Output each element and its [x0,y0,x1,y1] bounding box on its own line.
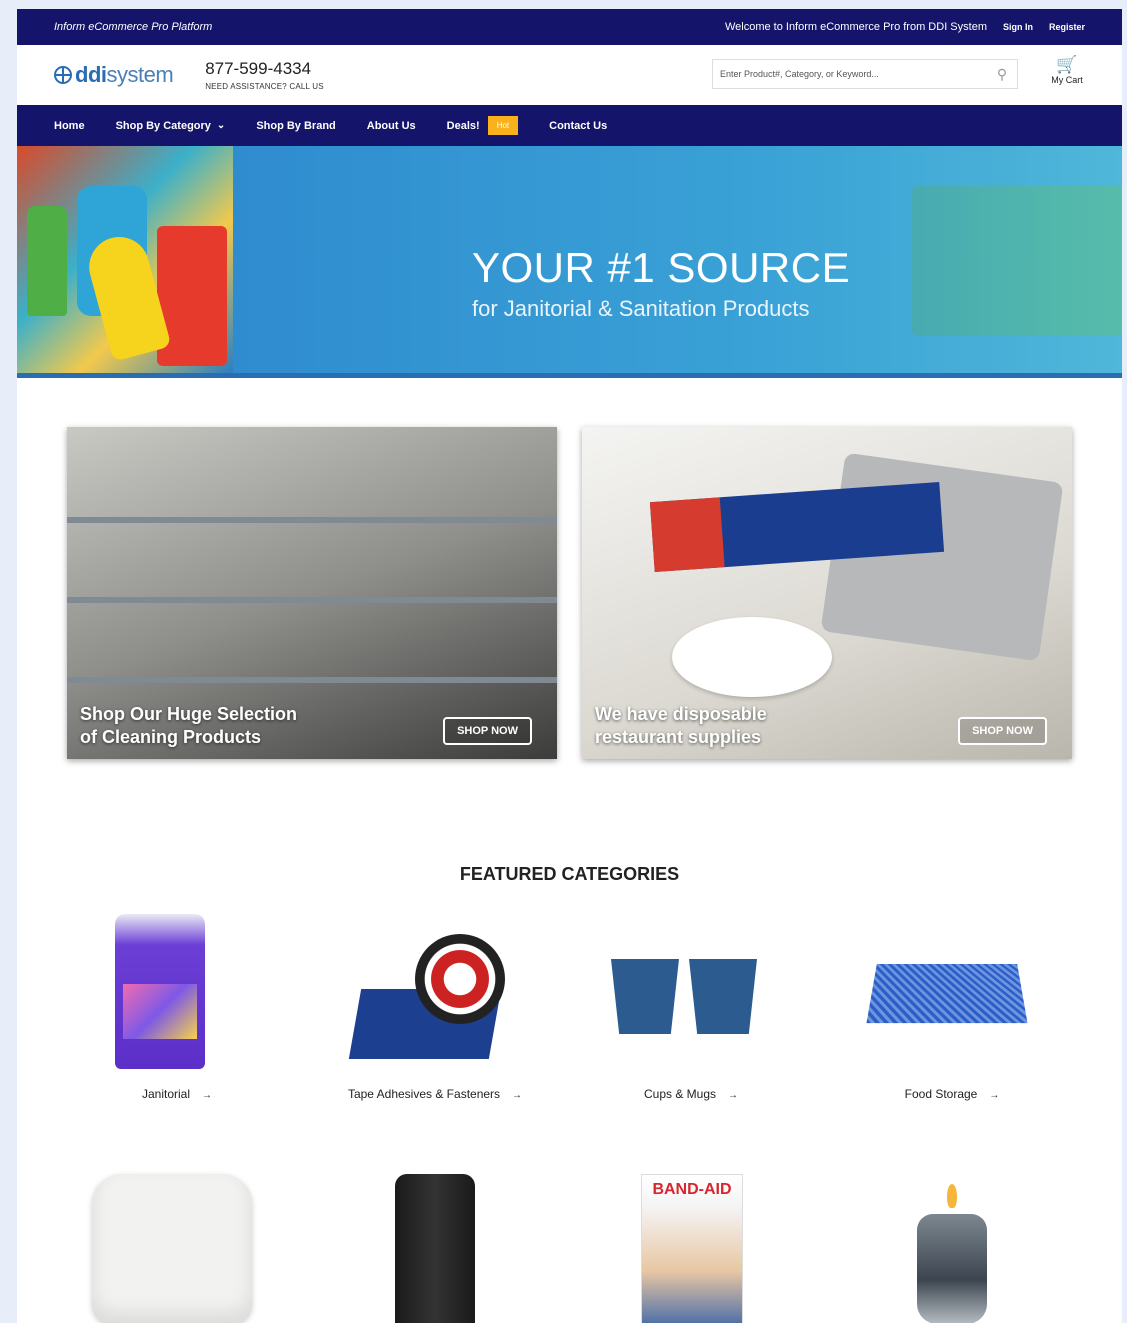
logo[interactable]: ddi system [54,62,174,88]
nav-deals[interactable]: Deals! Hot [446,116,519,135]
plate-image [672,617,832,697]
promo-caption: We have disposable restaurant supplies [595,703,767,749]
page: Inform eCommerce Pro Platform Welcome to… [17,9,1122,1323]
globe-icon [54,66,72,84]
promo-caption-line2: of Cleaning Products [80,727,262,747]
category-tape[interactable]: Tape Adhesives & Fasteners → [310,914,560,1101]
nav-contact[interactable]: Contact Us [549,120,607,132]
candle-image [917,1184,987,1323]
hero-subtitle: for Janitorial & Sanitation Products [472,296,810,321]
top-bar: Inform eCommerce Pro Platform Welcome to… [17,9,1122,45]
shop-now-button[interactable]: SHOP NOW [443,717,532,745]
logo-light: system [106,62,174,87]
category-janitorial[interactable]: Janitorial → [52,914,302,1101]
cleaning-supplies-image [17,146,233,373]
category-label: Cups & Mugs → [566,1087,816,1101]
promo-caption: Shop Our Huge Selection of Cleaning Prod… [80,703,297,749]
category-label-text: Janitorial [141,1087,191,1101]
category-label-text: Cups & Mugs [643,1087,717,1101]
featured-title: FEATURED CATEGORIES [459,864,680,884]
category-label: Janitorial → [52,1087,302,1101]
category-label-text: Tape Adhesives & Fasteners [347,1087,501,1101]
hero-title: YOUR #1 SOURCE [472,244,851,291]
search-box: ⚲ [712,59,1018,89]
hero-banner[interactable]: YOUR #1 SOURCE for Janitorial & Sanitati… [17,146,1122,378]
main-nav: Home Shop By Category ⌄ Shop By Brand Ab… [17,105,1122,146]
category-item[interactable] [52,1174,302,1323]
platform-name: Inform eCommerce Pro Platform [54,21,213,33]
promo-caption-line2: restaurant supplies [595,727,762,747]
search-input[interactable] [713,69,987,79]
logo-bold: ddi [75,62,107,87]
category-food-storage[interactable]: Food Storage → [827,914,1077,1101]
cart-icon: 🛒 [1056,55,1078,74]
phone-block: 877-599-4334 NEED ASSISTANCE? CALL US [205,59,324,91]
category-label: Food Storage → [827,1087,1077,1101]
search-icon[interactable]: ⚲ [987,66,1017,83]
category-label: Tape Adhesives & Fasteners → [310,1087,560,1101]
category-cups[interactable]: Cups & Mugs → [566,914,816,1101]
clamshell-container-image [92,1174,252,1323]
waste-bins-image [912,186,1122,336]
bandage-box-image: BAND-AID [641,1174,743,1323]
nav-deals-label: Deals! [446,119,480,132]
arrow-right-icon: → [202,1090,213,1101]
category-item[interactable] [310,1174,560,1323]
cups-image [611,959,761,1039]
arrow-right-icon: → [728,1090,739,1101]
chevron-down-icon: ⌄ [216,120,226,131]
cart-label: My Cart [1051,75,1083,85]
header: ddi system 877-599-4334 NEED ASSISTANCE? … [17,45,1122,105]
nav-home[interactable]: Home [54,120,85,132]
hero-divider [17,373,1122,378]
tape-dispenser-image [348,934,510,1059]
soap-dispenser-image [395,1174,475,1323]
nav-shop-by-category[interactable]: Shop By Category ⌄ [116,120,226,132]
nav-shop-by-brand[interactable]: Shop By Brand [256,120,335,132]
promo-restaurant[interactable]: We have disposable restaurant supplies S… [582,427,1072,759]
promo-caption-line1: Shop Our Huge Selection [80,704,298,724]
category-item[interactable] [827,1174,1077,1323]
cleaner-jug-image [115,914,205,1069]
shop-now-button[interactable]: SHOP NOW [958,717,1047,745]
welcome-text: Welcome to Inform eCommerce Pro from DDI… [724,21,987,33]
sign-in-link[interactable]: Sign In [1003,22,1033,32]
phone-number[interactable]: 877-599-4334 [205,59,324,79]
phone-sub: NEED ASSISTANCE? CALL US [205,82,324,91]
nav-about[interactable]: About Us [367,120,416,132]
hot-badge: Hot [487,116,519,135]
register-link[interactable]: Register [1049,22,1085,32]
dish-rack-image [866,963,1028,1024]
cart-button[interactable]: 🛒 My Cart [1047,55,1087,85]
promo-cleaning[interactable]: Shop Our Huge Selection of Cleaning Prod… [67,427,557,759]
promo-caption-line1: We have disposable [595,704,767,724]
arrow-right-icon: → [989,1090,1000,1101]
top-bar-right: Welcome to Inform eCommerce Pro from DDI… [725,21,1085,33]
nav-shop-by-category-label: Shop By Category [115,119,211,132]
category-label-text: Food Storage [904,1087,978,1101]
category-item[interactable]: BAND-AID [566,1174,816,1323]
arrow-right-icon: → [512,1090,523,1101]
